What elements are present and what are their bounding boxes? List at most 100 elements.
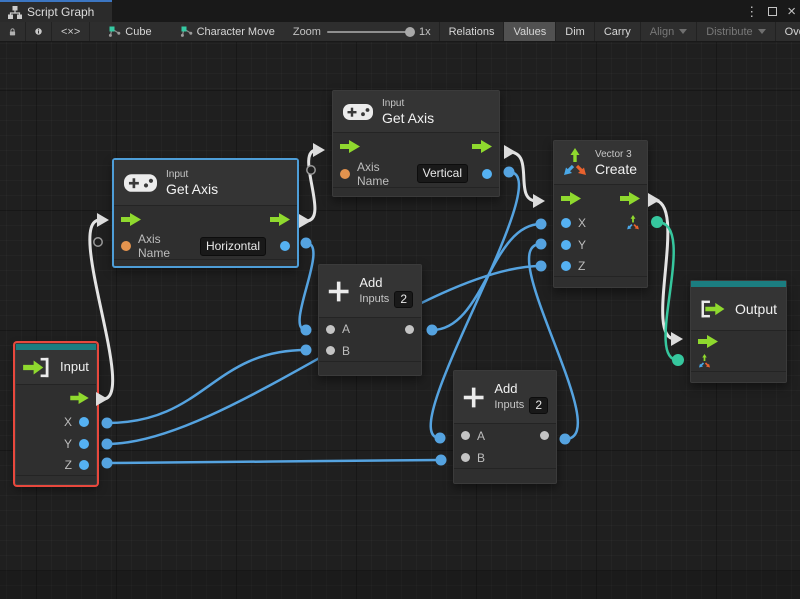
inputs-label: Inputs — [494, 399, 524, 411]
graph-tab-icon — [8, 6, 22, 19]
node-kicker: Input — [382, 98, 434, 110]
node-kicker: Vector 3 — [595, 149, 637, 161]
vector3-z-label: Z — [578, 259, 585, 273]
inputs-count-field[interactable]: 2 — [529, 397, 548, 414]
input-icon — [23, 357, 53, 378]
input-z-port[interactable] — [79, 460, 89, 470]
vector3-x-label: X — [578, 216, 586, 230]
breadcrumb-current-label: Character Move — [197, 26, 275, 38]
vector3-x-port[interactable] — [561, 218, 571, 228]
node-output[interactable]: Output — [690, 280, 787, 383]
tab-bar: Script Graph ⋮ × — [0, 0, 800, 22]
flow-in-arrow-icon[interactable] — [561, 192, 581, 205]
gamepad-icon — [124, 172, 157, 194]
plus-icon — [327, 279, 350, 304]
gamepad-icon — [343, 102, 373, 122]
inputs-label: Inputs — [359, 293, 389, 305]
breadcrumb-root-cube[interactable]: Cube — [98, 22, 161, 41]
info-icon — [35, 25, 42, 38]
tab-script-graph[interactable]: Script Graph — [0, 0, 112, 22]
breadcrumb-root-label: Cube — [125, 26, 151, 38]
node-title: Create — [595, 161, 637, 177]
flow-out-arrow-icon[interactable] — [472, 140, 492, 153]
flow-in-arrow-icon[interactable] — [698, 335, 718, 348]
add-b-port[interactable] — [461, 453, 470, 462]
add-b-label: B — [342, 344, 350, 358]
plus-icon — [462, 385, 485, 410]
chevron-down-icon — [758, 29, 766, 34]
graph-toolbar: <×> Cube Character Move Zoom — [0, 22, 800, 42]
output-icon — [700, 297, 726, 321]
relations-button[interactable]: Relations — [439, 22, 505, 41]
flow-out-arrow-icon[interactable] — [70, 392, 89, 404]
add-sum-port[interactable] — [405, 325, 414, 334]
graph-node-icon — [108, 25, 121, 38]
distribute-dropdown[interactable]: Distribute — [697, 22, 775, 41]
lock-button[interactable] — [0, 22, 26, 41]
input-x-label: X — [64, 415, 72, 429]
graph-node-icon — [180, 25, 193, 38]
carry-button[interactable]: Carry — [595, 22, 641, 41]
vector3-y-port[interactable] — [561, 240, 571, 250]
axis-result-port[interactable] — [280, 241, 290, 251]
zoom-value: 1x — [419, 26, 431, 38]
add-a-label: A — [342, 322, 350, 336]
flow-out-arrow-icon[interactable] — [270, 213, 290, 226]
axis-result-port[interactable] — [482, 169, 492, 179]
node-add-2[interactable]: Add Inputs 2 A B — [453, 370, 557, 484]
vector3-value-port-icon[interactable] — [698, 354, 711, 369]
flow-in-arrow-icon[interactable] — [340, 140, 360, 153]
zoom-slider-knob[interactable] — [405, 27, 415, 37]
values-button[interactable]: Values — [504, 22, 556, 41]
window-close-icon[interactable]: × — [787, 4, 796, 19]
input-z-label: Z — [65, 458, 72, 472]
axis-name-label: Axis Name — [138, 232, 193, 260]
axis-name-label: Axis Name — [357, 160, 410, 188]
axis-name-field[interactable]: Vertical — [417, 164, 468, 183]
add-a-port[interactable] — [326, 325, 335, 334]
add-sum-port[interactable] — [540, 431, 549, 440]
axis-name-port[interactable] — [121, 241, 131, 251]
node-vector3-create[interactable]: Vector 3 Create X Y Z — [553, 140, 648, 288]
node-get-axis-horizontal[interactable]: Input Get Axis Axis Name Horizontal — [113, 159, 298, 267]
lock-icon — [9, 26, 16, 38]
vector3-result-port-icon[interactable] — [626, 215, 640, 231]
tab-title: Script Graph — [27, 5, 94, 19]
add-a-port[interactable] — [461, 431, 470, 440]
flow-in-arrow-icon[interactable] — [121, 213, 141, 226]
add-a-label: A — [477, 429, 485, 443]
window-maximize-icon[interactable] — [768, 7, 777, 16]
axis-name-field[interactable]: Horizontal — [200, 237, 266, 256]
add-b-label: B — [477, 451, 485, 465]
vector3-icon — [562, 148, 588, 178]
input-x-port[interactable] — [79, 417, 89, 427]
align-dropdown[interactable]: Align — [641, 22, 697, 41]
script-graph-window: Script Graph ⋮ × <×> — [0, 0, 800, 599]
axis-name-port[interactable] — [340, 169, 350, 179]
chevron-down-icon — [679, 29, 687, 34]
code-preview-button[interactable]: <×> — [52, 22, 90, 41]
zoom-label: Zoom — [293, 26, 321, 38]
node-title: Add — [359, 275, 413, 291]
zoom-slider[interactable] — [327, 31, 413, 33]
inputs-count-field[interactable]: 2 — [394, 291, 413, 308]
window-menu-icon[interactable]: ⋮ — [745, 5, 758, 18]
info-button[interactable] — [26, 22, 52, 41]
add-b-port[interactable] — [326, 346, 335, 355]
node-title: Input — [60, 359, 89, 375]
vector3-y-label: Y — [578, 238, 586, 252]
flow-out-arrow-icon[interactable] — [620, 192, 640, 205]
node-title: Output — [735, 301, 777, 317]
input-y-port[interactable] — [79, 439, 89, 449]
breadcrumb-current-character-move[interactable]: Character Move — [170, 22, 285, 41]
node-title: Get Axis — [166, 181, 218, 197]
node-get-axis-vertical[interactable]: Input Get Axis Axis Name Vertical — [332, 90, 500, 197]
node-kicker: Input — [166, 169, 218, 181]
node-title: Add — [494, 381, 548, 397]
dim-button[interactable]: Dim — [556, 22, 595, 41]
overview-button[interactable]: Overv — [776, 22, 800, 41]
node-input[interactable]: Input X Y Z — [15, 343, 97, 485]
input-y-label: Y — [64, 437, 72, 451]
vector3-z-port[interactable] — [561, 261, 571, 271]
node-add-1[interactable]: Add Inputs 2 A B — [318, 264, 422, 376]
